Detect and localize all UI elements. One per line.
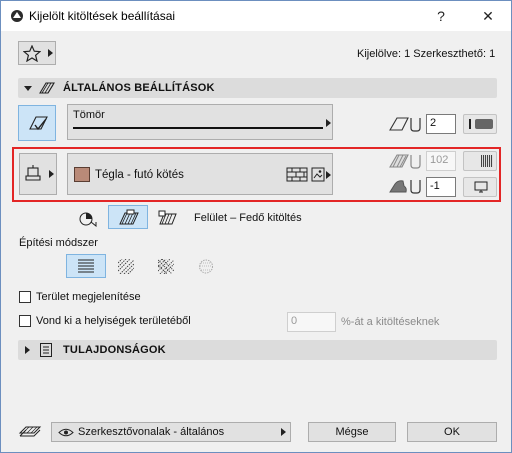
background-pen-swatch <box>481 155 493 167</box>
percent-suffix: %-át a kitöltéseknek <box>341 316 440 328</box>
subtract-area-checkbox[interactable] <box>19 315 31 327</box>
crosshatch-icon <box>158 259 174 274</box>
properties-header[interactable]: TULAJDONSÁGOK <box>18 340 497 360</box>
show-area-checkbox[interactable] <box>19 291 31 303</box>
general-settings-header[interactable]: ÁLTALÁNOS BEÁLLÍTÁSOK <box>18 78 497 98</box>
pen-line-indicator <box>469 119 471 129</box>
pie-shape-icon <box>79 211 97 227</box>
dialog-window: Kijelölt kitöltések beállításai ? ✕ Kije… <box>0 0 512 453</box>
eye-icon <box>58 427 74 438</box>
help-button[interactable]: ? <box>428 5 454 27</box>
fill-type-icon <box>27 114 49 134</box>
favorites-button[interactable] <box>18 41 56 65</box>
layer-icon <box>18 423 42 439</box>
fill-pen-field[interactable]: 2 <box>426 114 456 134</box>
layer-selector[interactable]: Szerkesztővonalak - általános <box>51 422 291 442</box>
star-icon <box>23 45 41 62</box>
window-title: Kijelölt kitöltések beállításai <box>29 9 176 23</box>
foreground-fill-button[interactable] <box>19 153 57 195</box>
close-button[interactable]: ✕ <box>475 5 501 27</box>
fill-angle-icon <box>389 178 421 194</box>
horizontal-lines-icon <box>78 259 94 273</box>
cover-fill-icon <box>118 209 140 227</box>
fill-tool-icon <box>38 80 56 96</box>
layer-arrow-icon <box>281 428 286 436</box>
method-option-lines[interactable] <box>66 254 106 278</box>
collapse-arrow-icon <box>24 86 32 91</box>
gradient-fill-icon <box>198 259 214 274</box>
background-pen-icon <box>389 153 421 169</box>
surface-option-1[interactable] <box>76 208 100 230</box>
fill-type-button[interactable] <box>18 105 56 141</box>
expand-arrow-icon <box>25 346 30 354</box>
fill-type-name: Tömör <box>73 109 105 121</box>
selection-status: Kijelölve: 1 Szerkeszthető: 1 <box>357 48 496 60</box>
properties-list-icon <box>40 343 52 357</box>
surface-option-2[interactable] <box>108 205 148 229</box>
show-area-label: Terület megjelenítése <box>36 291 141 303</box>
construction-method-label: Építési módszer <box>19 237 98 249</box>
percent-field[interactable]: 0 <box>287 312 336 332</box>
fill-pen-icon <box>389 116 421 132</box>
layer-name: Szerkesztővonalak - általános <box>78 426 225 438</box>
background-pen-color-button[interactable] <box>463 151 497 171</box>
title-bar: Kijelölt kitöltések beállításai ? ✕ <box>1 1 511 31</box>
fill-angle-field[interactable]: -1 <box>426 177 456 197</box>
pen-color-button[interactable] <box>463 114 497 134</box>
favorites-arrow-icon <box>48 49 53 57</box>
fill-type-arrow-icon <box>326 119 331 127</box>
archicad-logo-icon <box>10 9 24 23</box>
method-option-crosshatch[interactable] <box>155 257 179 277</box>
surface-label: Felület – Fedő kitöltés <box>194 212 302 224</box>
background-pen-field[interactable]: 102 <box>426 151 456 171</box>
paint-bucket-icon <box>25 165 43 183</box>
fill-pattern-selector[interactable]: Tégla - futó kötés <box>67 153 333 195</box>
display-mode-button[interactable] <box>463 177 497 197</box>
method-option-gradient[interactable] <box>195 257 219 277</box>
fill-color-swatch <box>74 167 90 182</box>
fill-pattern-name: Tégla - futó kötés <box>95 169 184 181</box>
surface-option-3[interactable] <box>156 208 180 230</box>
fill-type-selector[interactable]: Tömör <box>67 104 333 140</box>
ok-button[interactable]: OK <box>407 422 497 442</box>
pen-color-swatch <box>475 119 493 129</box>
method-option-hatch[interactable] <box>115 257 139 277</box>
brick-pattern-icon <box>286 167 308 182</box>
general-settings-title: ÁLTALÁNOS BEÁLLÍTÁSOK <box>63 82 215 94</box>
fill-pattern-arrow-icon <box>326 171 331 179</box>
cancel-button[interactable]: Mégse <box>308 422 396 442</box>
drafting-fill-icon <box>158 210 178 228</box>
diagonal-hatch-icon <box>118 259 134 274</box>
fill-preview-line <box>73 127 323 129</box>
monitor-icon <box>474 181 488 193</box>
properties-title: TULAJDONSÁGOK <box>63 344 166 356</box>
foreground-fill-arrow-icon <box>49 170 54 178</box>
image-pattern-icon <box>311 167 325 182</box>
subtract-area-label: Vond ki a helyiségek területéből <box>36 315 191 327</box>
